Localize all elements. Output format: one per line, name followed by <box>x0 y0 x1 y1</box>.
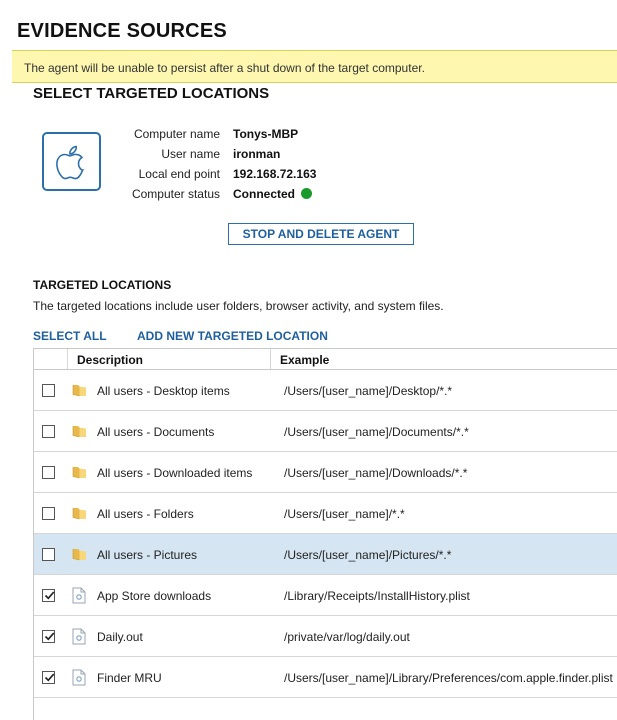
row-description: All users - Folders <box>97 507 194 521</box>
checkbox-checked[interactable] <box>42 630 55 643</box>
folder-icon <box>72 423 88 444</box>
checkbox-checked[interactable] <box>42 589 55 602</box>
select-all-link[interactable]: SELECT ALL <box>33 329 107 343</box>
targeted-locations-title: TARGETED LOCATIONS <box>33 278 172 292</box>
computer-status: Connected <box>233 187 313 201</box>
checkbox[interactable] <box>42 425 55 438</box>
description-column-header[interactable]: Description <box>77 353 143 367</box>
example-column-header[interactable]: Example <box>280 353 329 367</box>
row-description: All users - Documents <box>97 425 215 439</box>
computer-name-label: Computer name <box>133 127 220 141</box>
table-row[interactable]: All users - Documents/Users/[user_name]/… <box>34 411 617 452</box>
row-example: /Users/[user_name]/Downloads/*.* <box>284 466 468 480</box>
checkbox[interactable] <box>42 384 55 397</box>
checkbox[interactable] <box>42 466 55 479</box>
table-header: Description Example <box>34 349 617 370</box>
folder-icon <box>72 505 88 526</box>
checkbox[interactable] <box>42 507 55 520</box>
folder-icon <box>72 382 88 403</box>
row-description: All users - Desktop items <box>97 384 230 398</box>
targeted-locations-description: The targeted locations include user fold… <box>33 299 444 313</box>
table-row[interactable]: Daily.out/private/var/log/daily.out <box>34 616 617 657</box>
row-example: /Users/[user_name]/Desktop/*.* <box>284 384 453 398</box>
checkbox-checked[interactable] <box>42 671 55 684</box>
row-description: All users - Downloaded items <box>97 466 253 480</box>
row-description: Daily.out <box>97 630 143 644</box>
table-row[interactable]: All users - Folders/Users/[user_name]/*.… <box>34 493 617 534</box>
table-row[interactable]: All users - Desktop items/Users/[user_na… <box>34 370 617 411</box>
column-divider <box>270 349 271 369</box>
row-example: /Users/[user_name]/Pictures/*.* <box>284 548 452 562</box>
column-divider <box>67 349 68 369</box>
row-description: App Store downloads <box>97 589 212 603</box>
computer-status-value: Connected <box>233 187 296 201</box>
status-dot-icon <box>301 188 313 199</box>
table-row[interactable]: All users - Pictures/Users/[user_name]/P… <box>34 534 617 575</box>
add-new-targeted-location-link[interactable]: ADD NEW TARGETED LOCATION <box>137 329 328 343</box>
local-end-point-value: 192.168.72.163 <box>233 167 317 181</box>
folder-icon <box>72 464 88 485</box>
user-name-value: ironman <box>233 147 281 161</box>
row-description: Finder MRU <box>97 671 162 685</box>
computer-status-label: Computer status <box>131 187 220 201</box>
row-example: /Users/[user_name]/*.* <box>284 507 405 521</box>
file-icon <box>72 587 86 609</box>
row-description: All users - Pictures <box>97 548 198 562</box>
computer-name-value: Tonys-MBP <box>233 127 299 141</box>
checkbox[interactable] <box>42 548 55 561</box>
table-row[interactable]: All users - Downloaded items/Users/[user… <box>34 452 617 493</box>
row-example: /private/var/log/daily.out <box>284 630 410 644</box>
stop-and-delete-agent-button[interactable]: STOP AND DELETE AGENT <box>228 223 414 245</box>
file-icon <box>72 628 86 650</box>
local-end-point-label: Local end point <box>138 167 220 181</box>
warning-banner: The agent will be unable to persist afte… <box>12 50 617 83</box>
table-row[interactable]: App Store downloads/Library/Receipts/Ins… <box>34 575 617 616</box>
row-example: /Library/Receipts/InstallHistory.plist <box>284 589 470 603</box>
file-icon <box>72 669 86 691</box>
warning-text: The agent will be unable to persist afte… <box>24 61 425 75</box>
targeted-locations-table: Description Example All users - Desktop … <box>33 348 617 720</box>
user-name-label: User name <box>161 147 220 161</box>
page-title: EVIDENCE SOURCES <box>17 20 227 42</box>
row-example: /Users/[user_name]/Library/Preferences/c… <box>284 671 613 685</box>
folder-icon <box>72 546 88 567</box>
table-row[interactable]: Finder MRU/Users/[user_name]/Library/Pre… <box>34 657 617 698</box>
section-title: SELECT TARGETED LOCATIONS <box>33 85 270 102</box>
row-example: /Users/[user_name]/Documents/*.* <box>284 425 469 439</box>
